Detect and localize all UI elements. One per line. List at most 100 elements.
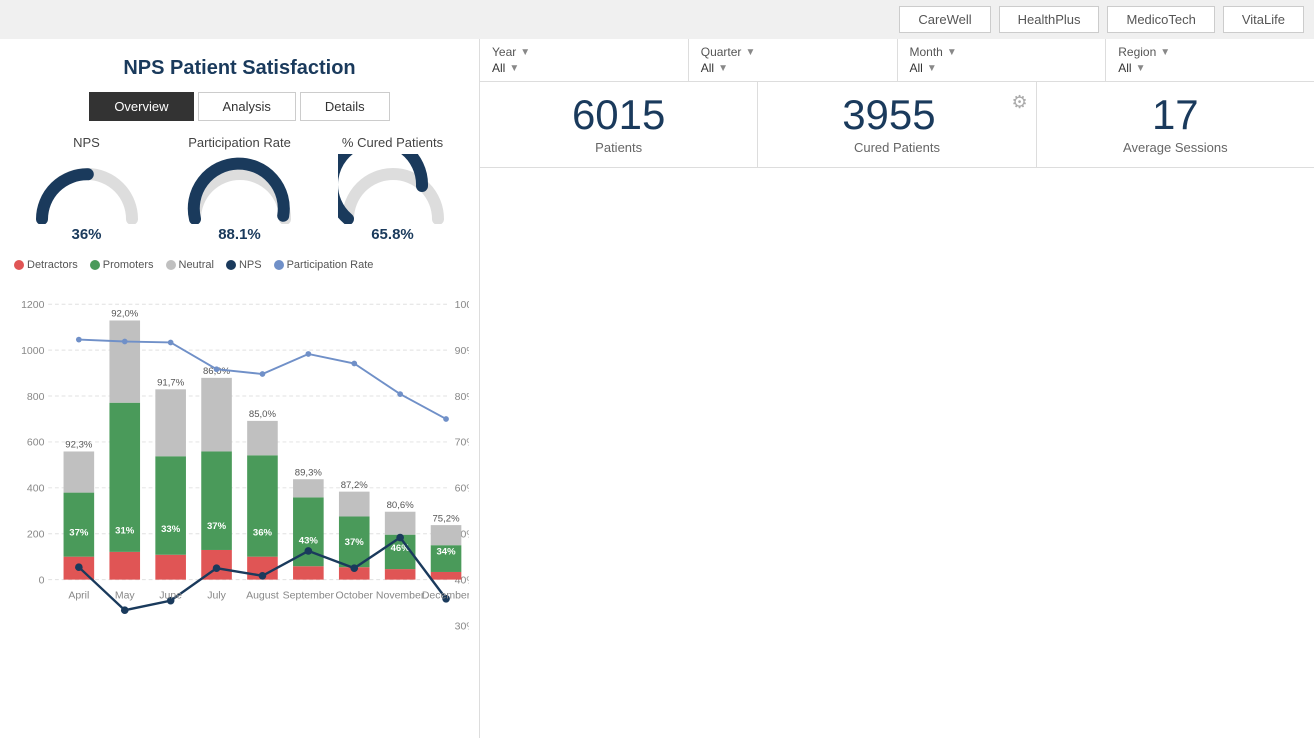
nav-tabs: Overview Analysis Details: [10, 92, 469, 121]
region-chevron: ▼: [1160, 47, 1170, 58]
svg-text:December: December: [422, 590, 469, 602]
svg-text:37%: 37%: [69, 528, 89, 539]
svg-text:89,3%: 89,3%: [295, 467, 323, 478]
svg-text:September: September: [283, 590, 335, 602]
part-dot-june: [168, 340, 174, 346]
bar-nov-det: [385, 569, 416, 580]
filter-region: Region ▼ All ▼: [1106, 39, 1314, 81]
svg-text:400: 400: [27, 483, 45, 495]
svg-text:800: 800: [27, 391, 45, 403]
part-dot-sep: [305, 351, 311, 357]
bar-may-det: [109, 552, 140, 580]
legend-detractors: Detractors: [14, 259, 78, 271]
svg-text:33%: 33%: [161, 524, 181, 535]
sessions-desc: Average Sessions: [1045, 140, 1306, 155]
svg-text:90%: 90%: [455, 345, 469, 357]
part-dot-dec: [443, 416, 449, 422]
part-dot-nov: [397, 391, 403, 397]
tab-overview[interactable]: Overview: [89, 92, 193, 121]
svg-text:34%: 34%: [436, 547, 456, 558]
svg-text:37%: 37%: [345, 537, 365, 548]
filter-quarter: Quarter ▼ All ▼: [689, 39, 898, 81]
gauge-participation: Participation Rate 88.1%: [163, 131, 316, 247]
svg-text:37%: 37%: [207, 521, 227, 532]
svg-text:60%: 60%: [455, 483, 469, 495]
neutral-dot: [166, 260, 176, 270]
svg-text:43%: 43%: [299, 535, 319, 546]
cured-number: 3955: [766, 94, 1027, 136]
svg-text:July: July: [207, 590, 226, 602]
bar-dec-det: [431, 572, 462, 580]
detractors-dot: [14, 260, 24, 270]
part-dot-oct: [351, 361, 357, 367]
tab-analysis[interactable]: Analysis: [198, 92, 296, 121]
svg-text:92,3%: 92,3%: [65, 440, 93, 451]
svg-text:600: 600: [27, 437, 45, 449]
svg-text:200: 200: [27, 529, 45, 541]
nps-dot: [226, 260, 236, 270]
bar-may-neu: [109, 320, 140, 402]
chart-legend: Detractors Promoters Neutral NPS Partici…: [10, 257, 469, 273]
title-section: NPS Patient Satisfaction: [10, 49, 469, 86]
svg-text:1000: 1000: [21, 345, 45, 357]
bar-aug-pro: [247, 455, 278, 556]
svg-text:June: June: [159, 590, 182, 602]
nps-dot-may: [121, 606, 129, 614]
part-dot-july: [214, 366, 220, 372]
svg-text:36%: 36%: [253, 528, 273, 539]
gauge-nps: NPS 36%: [10, 131, 163, 247]
brand-healthplus[interactable]: HealthPlus: [999, 6, 1100, 33]
dashboard-title: NPS Patient Satisfaction: [10, 57, 469, 80]
svg-text:70%: 70%: [455, 437, 469, 449]
nps-dot-nov: [396, 534, 404, 542]
svg-text:31%: 31%: [115, 526, 135, 537]
tab-details[interactable]: Details: [300, 92, 390, 121]
brand-carewell[interactable]: CareWell: [899, 6, 990, 33]
bar-june-pro: [155, 456, 186, 554]
filter-month: Month ▼ All ▼: [898, 39, 1107, 81]
bar-june-det: [155, 555, 186, 580]
stat-sessions: 17 Average Sessions: [1037, 82, 1314, 167]
bar-oct-neu: [339, 492, 370, 517]
left-panel: NPS Patient Satisfaction Overview Analys…: [0, 39, 480, 738]
nps-dot-july: [213, 564, 221, 572]
bar-april-pro: [64, 493, 95, 557]
legend-neutral: Neutral: [166, 259, 214, 271]
bar-sep-neu: [293, 479, 324, 497]
stat-cured: ⚙ 3955 Cured Patients: [758, 82, 1036, 167]
bar-july-neu: [201, 378, 232, 452]
bar-nov-neu: [385, 512, 416, 535]
filter-year: Year ▼ All ▼: [480, 39, 689, 81]
cured-desc: Cured Patients: [766, 140, 1027, 155]
brand-medicotech[interactable]: MedicoTech: [1107, 6, 1214, 33]
svg-text:0: 0: [39, 574, 45, 586]
month-chevron: ▼: [947, 47, 957, 58]
nps-dot-sep: [305, 547, 313, 555]
svg-text:November: November: [376, 590, 425, 602]
bar-april-neu: [64, 451, 95, 492]
sessions-number: 17: [1045, 94, 1306, 136]
svg-text:85,0%: 85,0%: [249, 409, 277, 420]
nps-dot-oct: [350, 564, 358, 572]
part-dot: [274, 260, 284, 270]
year-chevron: ▼: [520, 47, 530, 58]
participation-value: 88.1%: [167, 226, 312, 243]
cured-value: 65.8%: [320, 226, 465, 243]
legend-participation: Participation Rate: [274, 259, 374, 271]
nps-dot-aug: [259, 572, 267, 580]
patients-desc: Patients: [488, 140, 749, 155]
part-dot-april: [76, 337, 82, 343]
svg-text:87,2%: 87,2%: [341, 480, 369, 491]
stats-row: 6015 Patients ⚙ 3955 Cured Patients 17 A…: [480, 82, 1314, 168]
gauges-section: NPS 36% Participation Rate: [10, 131, 469, 247]
gauge-cured: % Cured Patients 65.8%: [316, 131, 469, 247]
promoters-dot: [90, 260, 100, 270]
patients-number: 6015: [488, 94, 749, 136]
part-dot-may: [122, 339, 128, 345]
svg-text:91,7%: 91,7%: [157, 378, 185, 389]
brand-bar: CareWell HealthPlus MedicoTech VitaLife: [0, 0, 1314, 39]
nps-value: 36%: [14, 226, 159, 243]
brand-vitalife[interactable]: VitaLife: [1223, 6, 1304, 33]
filter-bar: Year ▼ All ▼ Quarter ▼ All ▼: [480, 39, 1314, 82]
svg-text:100%: 100%: [455, 299, 469, 311]
